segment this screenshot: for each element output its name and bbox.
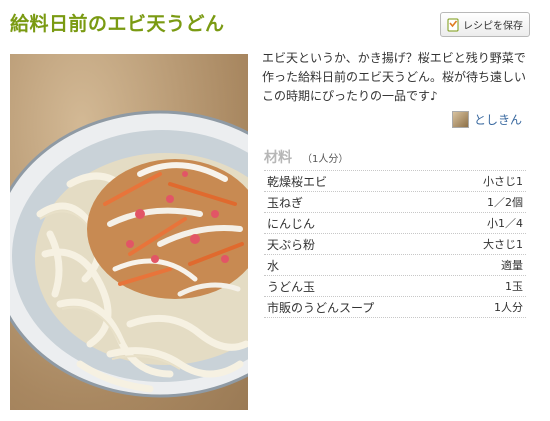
ingredients-list: 乾燥桜エビ 小さじ1 玉ねぎ 1／2個 にんじん 小1／4 天ぷら粉 大さじ1 … [264, 170, 526, 318]
ingredient-quantity: 1人分 [494, 301, 523, 314]
ingredient-row: 市販のうどんスープ 1人分 [264, 297, 526, 318]
ingredient-row: 水 適量 [264, 255, 526, 276]
ingredient-quantity: 小さじ1 [483, 175, 523, 188]
ingredient-name: 乾燥桜エビ [267, 174, 328, 189]
ingredient-row: 天ぷら粉 大さじ1 [264, 234, 526, 255]
ingredients-header: 材料 （1人分） [264, 147, 348, 167]
ingredient-quantity: 適量 [501, 259, 523, 272]
ingredient-quantity: 1／2個 [487, 196, 523, 209]
bookmark-icon [447, 18, 459, 31]
author-link[interactable]: としきん [452, 111, 522, 128]
save-recipe-label: レシピを保存 [463, 21, 523, 32]
recipe-photo [10, 54, 248, 410]
avatar [452, 111, 469, 128]
recipe-title: 給料日前のエビ天うどん [10, 13, 225, 35]
ingredient-name: 市販のうどんスープ [267, 300, 375, 315]
ingredient-name: 水 [267, 258, 280, 273]
ingredient-quantity: 1玉 [505, 280, 523, 293]
ingredient-row: 玉ねぎ 1／2個 [264, 192, 526, 213]
ingredient-quantity: 大さじ1 [483, 238, 523, 251]
ingredient-name: うどん玉 [267, 279, 316, 294]
ingredient-quantity: 小1／4 [487, 217, 523, 230]
ingredient-row: うどん玉 1玉 [264, 276, 526, 297]
ingredients-title: 材料 [264, 150, 292, 166]
servings-label: （1人分） [302, 154, 349, 165]
ingredient-name: 天ぷら粉 [267, 237, 316, 252]
save-recipe-button[interactable]: レシピを保存 [440, 12, 530, 37]
recipe-description: エビ天というか、かき揚げ？桜エビと残り野菜で作った給料日前のエビ天うどん。桜が待… [262, 51, 527, 103]
ingredient-name: にんじん [267, 216, 316, 231]
ingredient-name: 玉ねぎ [267, 195, 304, 210]
author-name[interactable]: としきん [474, 111, 522, 128]
ingredient-row: にんじん 小1／4 [264, 213, 526, 234]
ingredient-row: 乾燥桜エビ 小さじ1 [264, 171, 526, 192]
